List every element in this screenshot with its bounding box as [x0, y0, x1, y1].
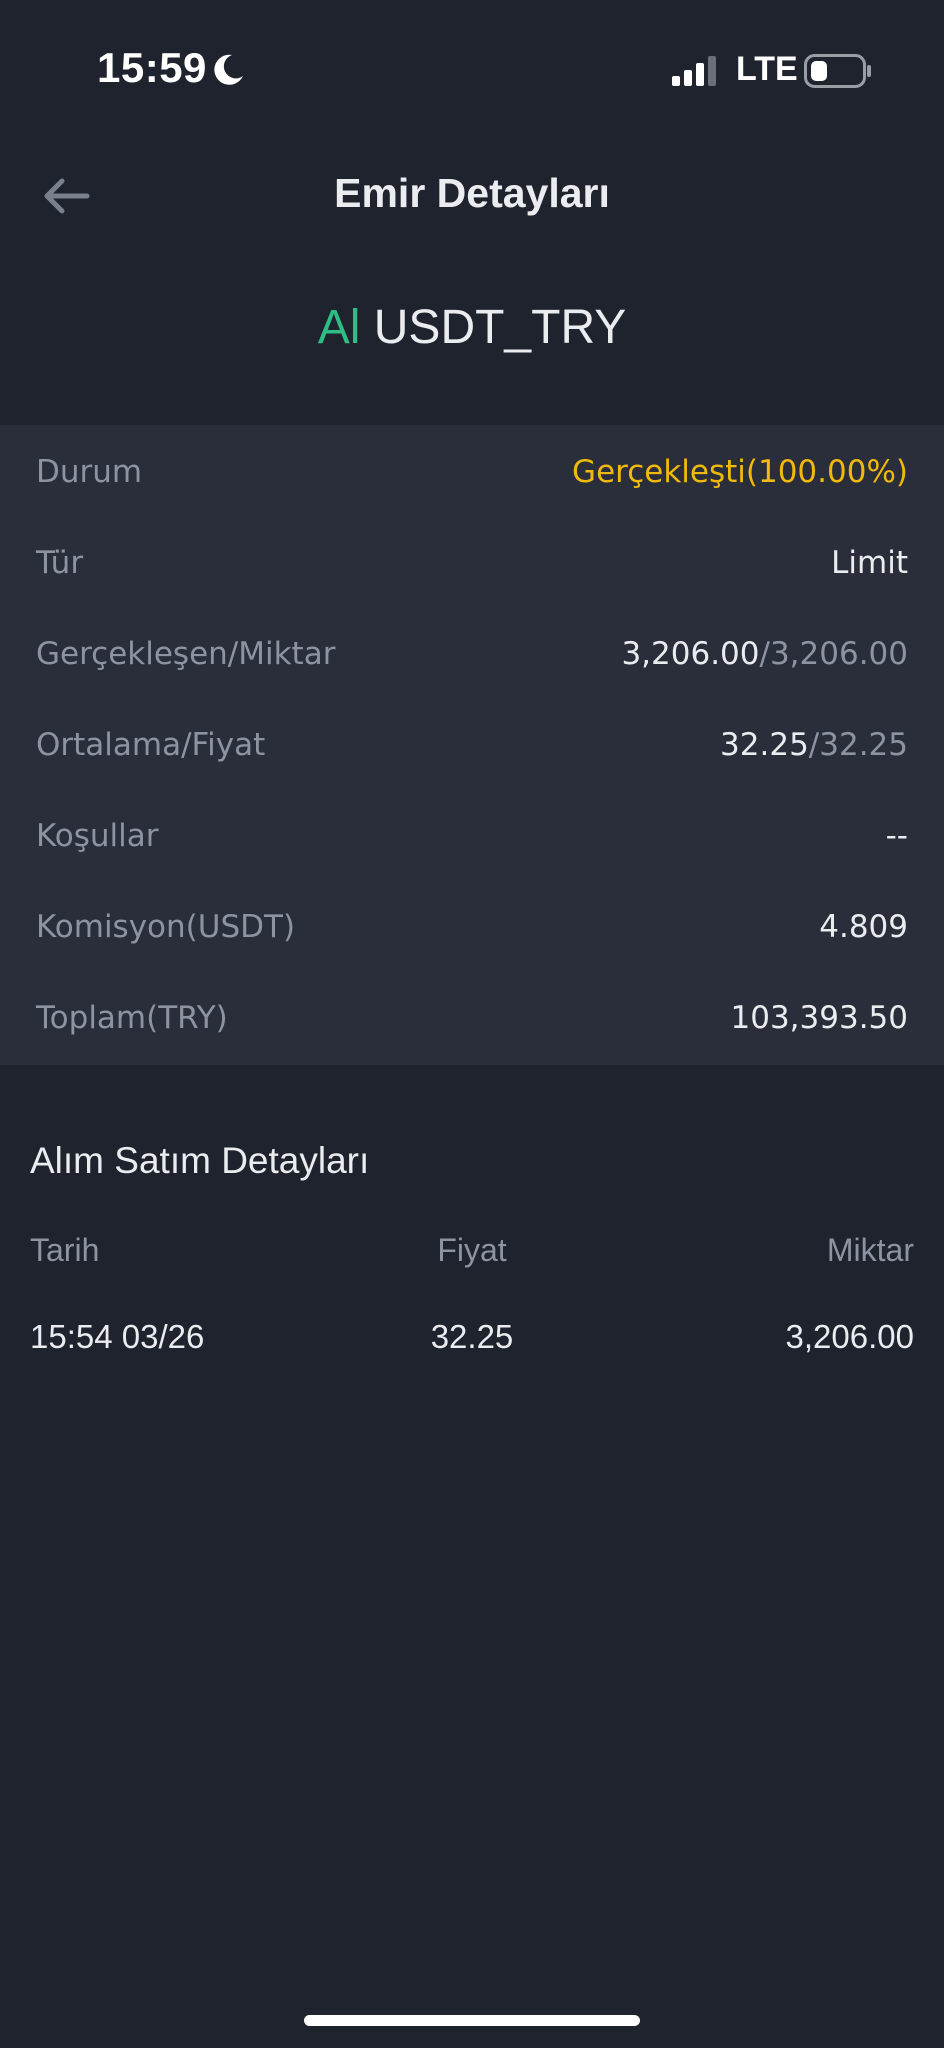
type-label: Tür — [36, 545, 84, 581]
detail-row-conditions: Koşullar -- — [36, 806, 908, 866]
status-label: Durum — [36, 454, 143, 490]
pair-name: USDT_TRY — [373, 301, 627, 354]
trade-price: 32.25 — [430, 1318, 514, 1355]
detail-row-fee: Komisyon(USDT) 4.809 — [36, 897, 908, 957]
amount-value: /3,206.00 — [759, 636, 909, 672]
detail-row-filled: Gerçekleşen/Miktar 3,206.00/3,206.00 — [36, 624, 908, 684]
pair-heading: Al USDT_TRY — [0, 300, 944, 355]
average-price-label: Ortalama/Fiyat — [36, 727, 266, 763]
average-price-value: 32.25/32.25 — [720, 727, 908, 763]
trade-amount: 3,206.00 — [785, 1318, 914, 1355]
status-value: Gerçekleşti(100.00%) — [572, 454, 908, 490]
fee-value: 4.809 — [819, 909, 908, 945]
fee-label: Komisyon(USDT) — [36, 909, 296, 945]
total-value: 103,393.50 — [730, 1000, 909, 1036]
conditions-value: -- — [885, 818, 908, 854]
detail-row-type: Tür Limit — [36, 533, 908, 593]
detail-row-total: Toplam(TRY) 103,393.50 — [36, 988, 908, 1048]
order-details-panel: Durum Gerçekleşti(100.00%) Tür Limit Ger… — [0, 425, 944, 1065]
conditions-label: Koşullar — [36, 818, 159, 854]
network-label: LTE — [736, 50, 798, 88]
filled-label: Gerçekleşen/Miktar — [36, 636, 336, 672]
price-value: /32.25 — [808, 727, 908, 763]
amount-column-header: Miktar — [826, 1232, 914, 1268]
trades-table-header: Tarih Fiyat Miktar — [30, 1232, 914, 1282]
detail-row-average-price: Ortalama/Fiyat 32.25/32.25 — [36, 715, 908, 775]
home-indicator[interactable] — [304, 2015, 640, 2026]
type-value: Limit — [831, 545, 908, 581]
detail-row-status: Durum Gerçekleşti(100.00%) — [36, 442, 908, 502]
filled-amount-value: 3,206.00/3,206.00 — [621, 636, 908, 672]
status-time: 15:59 — [97, 44, 207, 91]
signal-icon — [672, 56, 716, 86]
total-label: Toplam(TRY) — [36, 1000, 228, 1036]
average-value: 32.25 — [720, 727, 809, 763]
battery-icon — [804, 54, 871, 88]
moon-icon — [214, 54, 243, 85]
order-side-label: Al — [317, 301, 361, 354]
status-bar: 15:59 LTE — [0, 0, 944, 140]
nav-bar: Emir Detayları — [0, 140, 944, 250]
price-column-header: Fiyat — [437, 1232, 507, 1268]
table-row: 15:54 03/26 32.25 3,206.00 — [30, 1318, 914, 1368]
page-title: Emir Detayları — [334, 170, 610, 216]
filled-value: 3,206.00 — [621, 636, 760, 672]
trades-section-title: Alım Satım Detayları — [30, 1140, 370, 1181]
